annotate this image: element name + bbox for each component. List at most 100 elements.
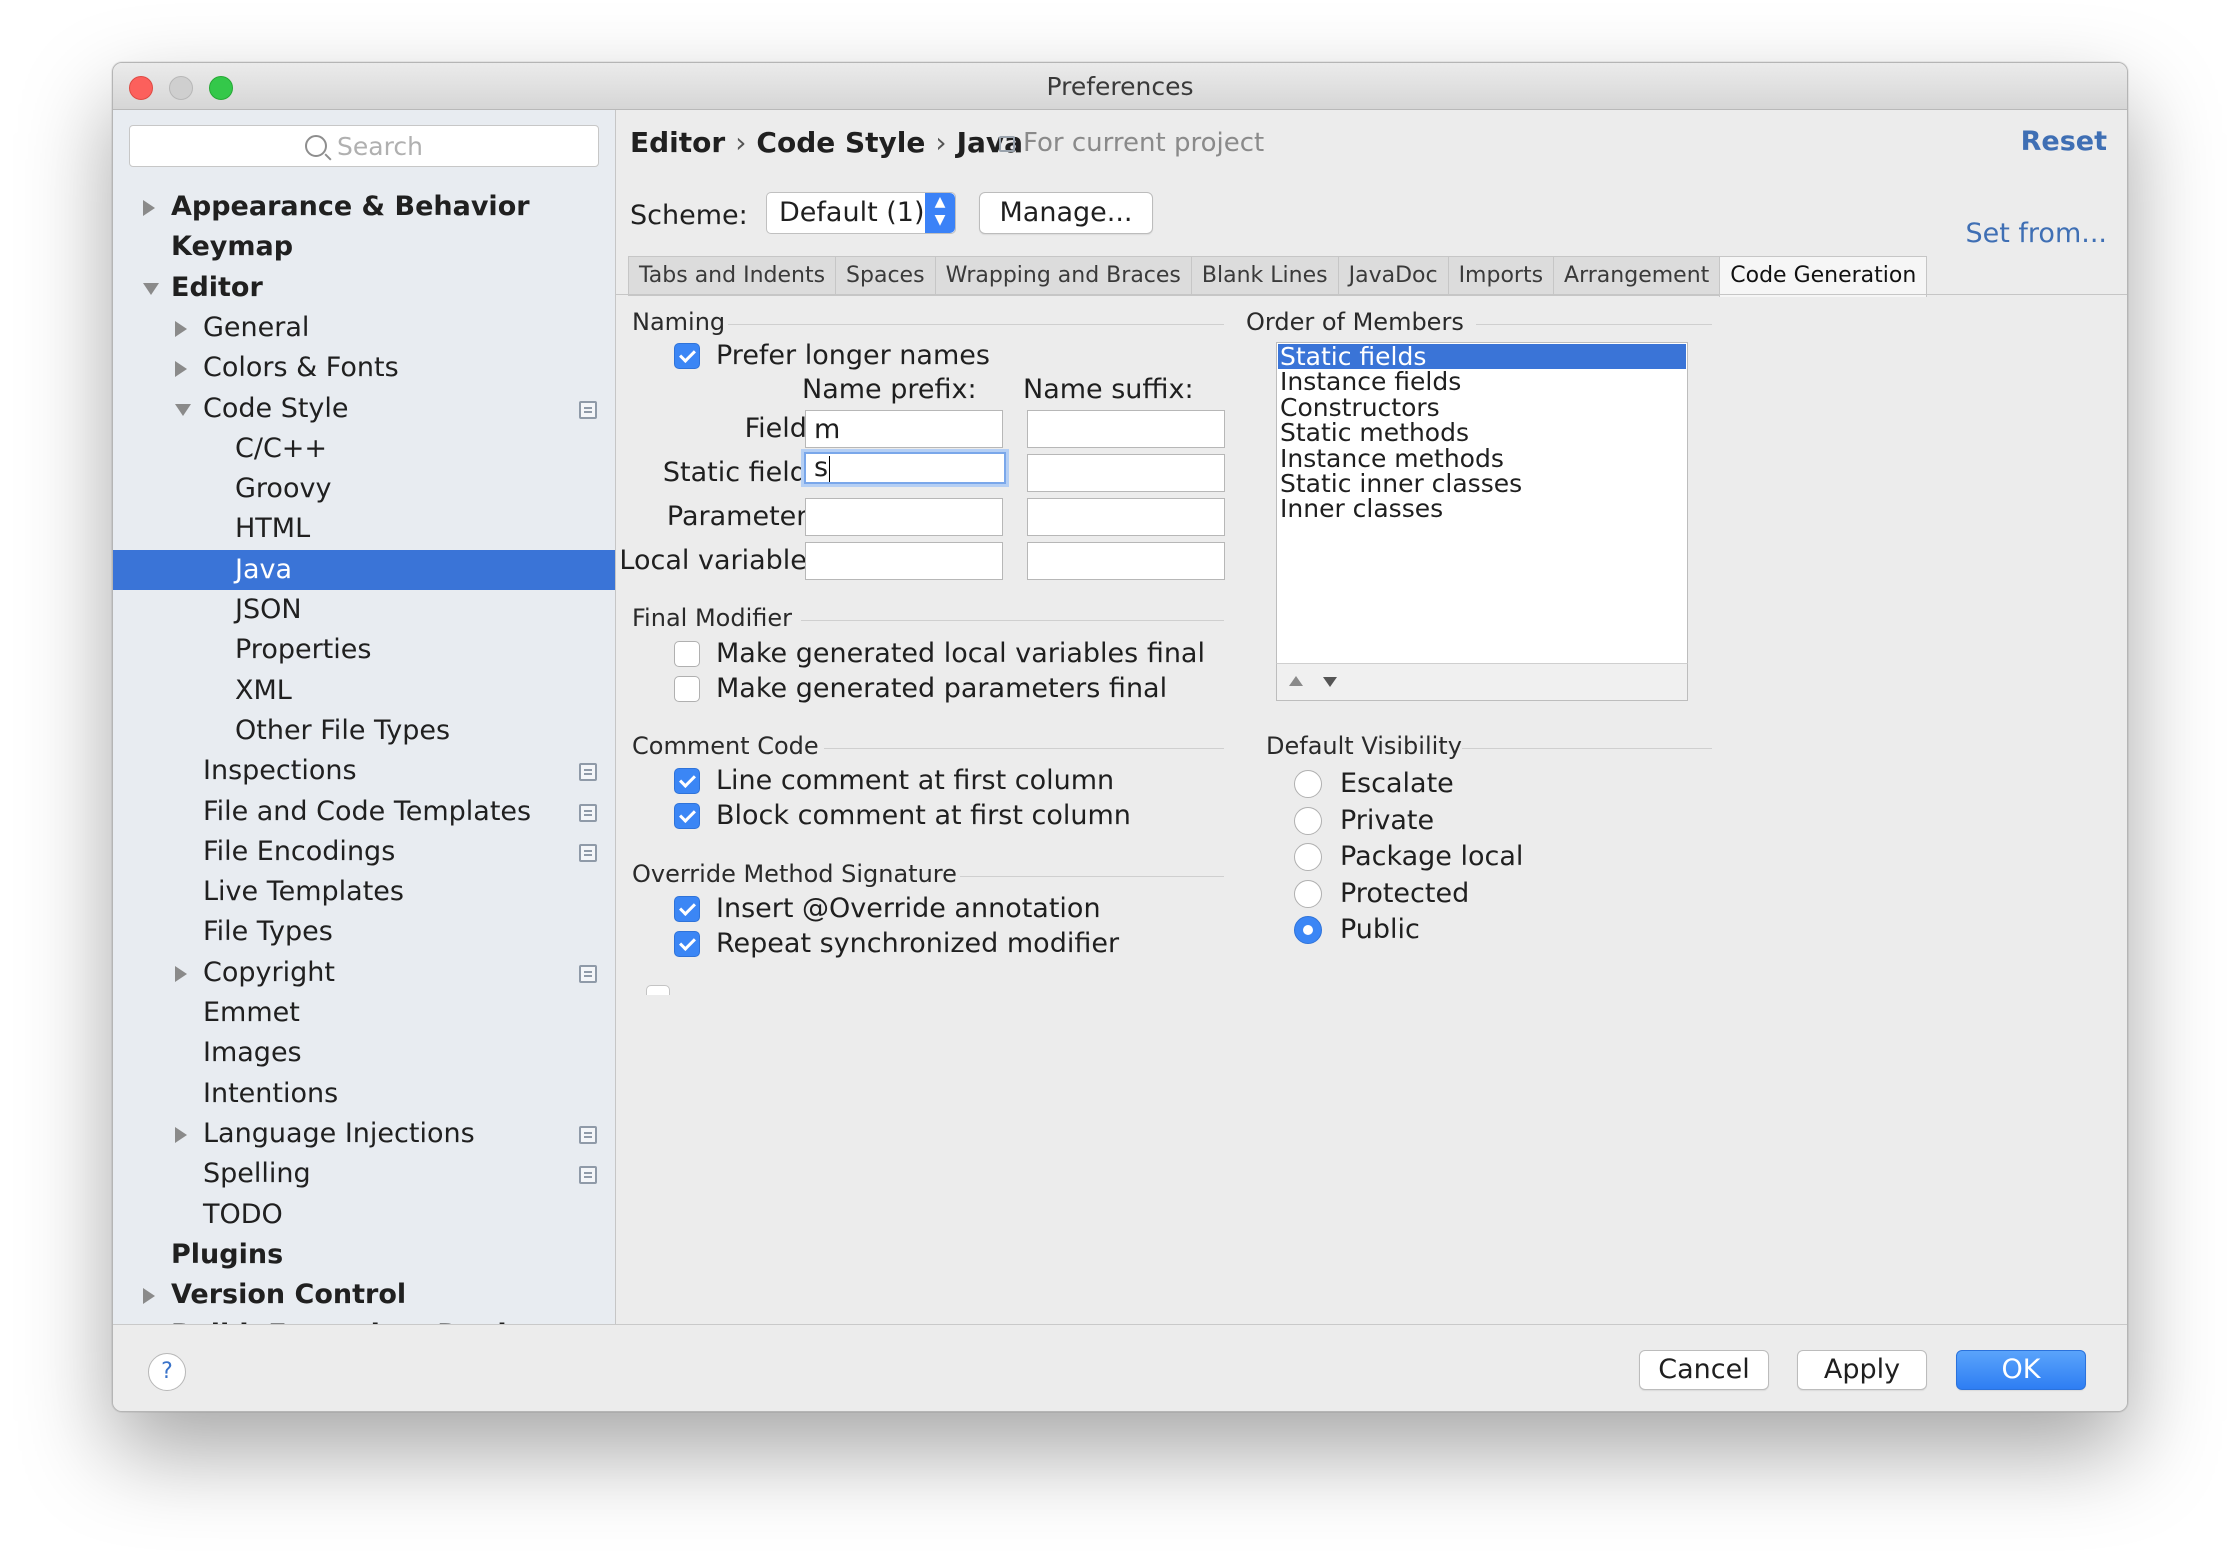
tab-javadoc[interactable]: JavaDoc — [1337, 256, 1448, 296]
sidebar-item-label: Groovy — [235, 473, 332, 505]
chevron-right-icon[interactable] — [175, 361, 187, 378]
sidebar-item-code-style[interactable]: Code Style — [113, 389, 615, 429]
default-visibility-divider — [1462, 748, 1712, 749]
name-prefix-header: Name prefix: — [802, 374, 977, 405]
breadcrumb-code-style: Code Style — [756, 126, 926, 159]
sidebar-item-version-control[interactable]: Version Control — [113, 1275, 615, 1315]
order-of-members-title: Order of Members — [1246, 308, 1464, 336]
sidebar-item-label: Appearance & Behavior — [171, 191, 530, 222]
name-suffix-header: Name suffix: — [1023, 374, 1194, 405]
static-field-prefix-input[interactable]: s — [804, 452, 1006, 484]
chevron-down-icon[interactable] — [175, 403, 191, 416]
sidebar-item-build-execution-deployment[interactable]: Build, Execution, Deployment — [113, 1315, 615, 1324]
sidebar-item-label: Code Style — [203, 392, 349, 424]
sidebar-item-images[interactable]: Images — [113, 1033, 615, 1073]
sidebar-item-file-and-code-templates[interactable]: File and Code Templates — [113, 792, 615, 832]
sidebar-item-label: TODO — [203, 1198, 283, 1230]
sidebar-item-label: Colors & Fonts — [203, 352, 399, 384]
sidebar-item-xml[interactable]: XML — [113, 671, 615, 711]
move-down-icon[interactable] — [1323, 677, 1337, 687]
sidebar-item-label: Properties — [235, 634, 372, 666]
radio-circle — [1294, 843, 1322, 872]
chevron-right-icon[interactable] — [175, 1126, 187, 1143]
sidebar-item-appearance-behavior[interactable]: Appearance & Behavior — [113, 187, 615, 227]
sidebar-item-java[interactable]: Java — [113, 549, 615, 590]
static-field-suffix-input[interactable] — [1027, 454, 1225, 492]
move-up-icon[interactable] — [1289, 676, 1303, 686]
field-suffix-input[interactable] — [1027, 410, 1225, 448]
member-item-instance-fields[interactable]: Instance fields — [1278, 369, 1686, 394]
code-style-panel: Editor › Code Style › Java For current proje… — [616, 110, 2127, 1324]
sidebar-item-other-file-types[interactable]: Other File Types — [113, 711, 615, 751]
member-item-constructors[interactable]: Constructors — [1278, 395, 1686, 420]
apply-button[interactable]: Apply — [1797, 1350, 1927, 1390]
scheme-select[interactable]: Default (1) ▲ ▼ — [766, 192, 956, 234]
sidebar-item-copyright[interactable]: Copyright — [113, 953, 615, 993]
sidebar-item-spelling[interactable]: Spelling — [113, 1154, 615, 1194]
help-button[interactable]: ? — [148, 1353, 186, 1391]
radio-circle — [1294, 806, 1322, 835]
sidebar-item-live-templates[interactable]: Live Templates — [113, 872, 615, 912]
sidebar-item-groovy[interactable]: Groovy — [113, 469, 615, 509]
cancel-button[interactable]: Cancel — [1639, 1350, 1769, 1390]
sidebar-item-c-c[interactable]: C/C++ — [113, 429, 615, 469]
tab-imports[interactable]: Imports — [1447, 256, 1554, 296]
visibility-label: Escalate — [1340, 768, 1454, 799]
chevron-down-icon[interactable] — [143, 282, 159, 295]
sidebar-item-language-injections[interactable]: Language Injections — [113, 1114, 615, 1154]
sidebar-item-colors-fonts[interactable]: Colors & Fonts — [113, 348, 615, 388]
tab-tabs-and-indents[interactable]: Tabs and Indents — [628, 256, 836, 296]
chevron-right-icon[interactable] — [175, 320, 187, 337]
tab-blank-lines[interactable]: Blank Lines — [1190, 256, 1338, 296]
order-of-members-list[interactable]: Static fields Instance fields Constructors… — [1276, 342, 1688, 701]
title-bar: Preferences — [113, 63, 2127, 110]
reset-link[interactable]: Reset — [2021, 126, 2107, 157]
field-label: Field: — [744, 413, 816, 444]
visibility-label: Protected — [1340, 877, 1470, 909]
chevron-right-icon[interactable] — [143, 1288, 155, 1305]
ok-button[interactable]: OK — [1956, 1350, 2086, 1390]
member-item-inner-classes[interactable]: Inner classes — [1278, 496, 1686, 521]
parameter-prefix-input[interactable] — [805, 498, 1003, 536]
sidebar-item-emmet[interactable]: Emmet — [113, 993, 615, 1033]
tab-code-generation[interactable]: Code Generation — [1719, 256, 1928, 297]
sidebar-item-file-types[interactable]: File Types — [113, 912, 615, 952]
sidebar-item-intentions[interactable]: Intentions — [113, 1074, 615, 1114]
sidebar-item-plugins[interactable]: Plugins — [113, 1235, 615, 1275]
sidebar-item-json[interactable]: JSON — [113, 590, 615, 630]
sidebar-item-editor[interactable]: Editor — [113, 268, 615, 308]
tab-wrapping-and-braces[interactable]: Wrapping and Braces — [934, 256, 1191, 296]
static-field-prefix-value: s — [814, 452, 829, 483]
sidebar-item-keymap[interactable]: Keymap — [113, 227, 615, 267]
sidebar-item-properties[interactable]: Properties — [113, 630, 615, 670]
tab-spaces[interactable]: Spaces — [835, 256, 935, 296]
visibility-label: Public — [1340, 914, 1420, 946]
sidebar-item-inspections[interactable]: Inspections — [113, 751, 615, 791]
project-settings-icon — [579, 803, 597, 822]
sidebar-item-label: Version Control — [171, 1279, 407, 1311]
parameter-suffix-input[interactable] — [1027, 498, 1225, 536]
local-variable-prefix-input[interactable] — [805, 542, 1003, 580]
final-parameters-label: Make generated parameters final — [716, 673, 1168, 704]
set-from-link[interactable]: Set from... — [1966, 218, 2108, 249]
sidebar-item-html[interactable]: HTML — [113, 509, 615, 549]
tab-arrangement[interactable]: Arrangement — [1553, 256, 1720, 296]
sidebar-item-general[interactable]: General — [113, 308, 615, 348]
member-item-static-methods[interactable]: Static methods — [1278, 420, 1686, 445]
local-variable-suffix-input[interactable] — [1027, 542, 1225, 580]
override-divider — [960, 876, 1224, 877]
chevron-right-icon[interactable] — [175, 965, 187, 982]
field-prefix-input[interactable]: m — [805, 410, 1003, 448]
radio-circle — [1294, 879, 1322, 908]
manage-button[interactable]: Manage... — [979, 192, 1153, 234]
search-input[interactable]: Search — [129, 125, 599, 167]
member-item-static-inner-classes[interactable]: Static inner classes — [1278, 471, 1686, 496]
final-local-variables-label: Make generated local variables final — [716, 638, 1205, 669]
member-item-static-fields[interactable]: Static fields — [1278, 344, 1686, 369]
member-item-instance-methods[interactable]: Instance methods — [1278, 446, 1686, 471]
sidebar-item-todo[interactable]: TODO — [113, 1195, 615, 1235]
project-settings-icon — [579, 400, 597, 419]
sidebar-item-file-encodings[interactable]: File Encodings — [113, 832, 615, 872]
chevron-right-icon[interactable] — [143, 200, 155, 216]
sidebar-item-label: File Encodings — [203, 835, 396, 867]
